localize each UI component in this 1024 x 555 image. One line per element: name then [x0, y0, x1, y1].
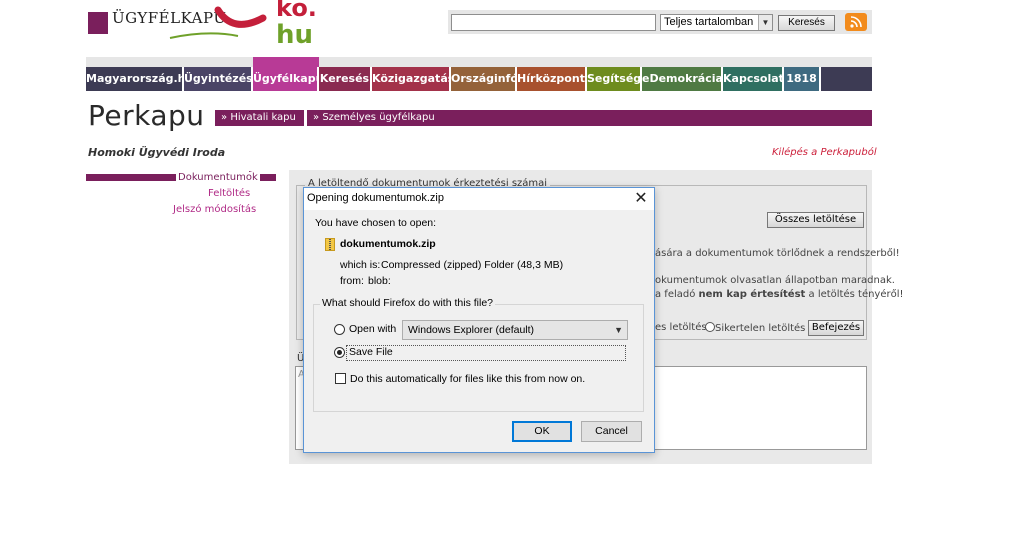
ok-button[interactable]: OK — [512, 421, 572, 442]
which-is-label: which is: — [340, 259, 381, 271]
nav-item-kapcsolat[interactable]: Kapcsolat — [723, 67, 784, 91]
nav-item-ugyfelkapu[interactable]: Ügyfélkapu — [253, 67, 319, 91]
radio-success-label: es letöltés — [655, 322, 707, 333]
open-with-radio[interactable] — [334, 324, 345, 335]
action-question: What should Firefox do with this file? — [320, 297, 495, 309]
rss-icon[interactable] — [845, 13, 867, 31]
info-text-3-bold: nem kap értesítést — [698, 289, 806, 300]
open-with-label[interactable]: Open with — [349, 323, 396, 335]
tab-label: Személyes ügyfélkapu — [322, 112, 435, 123]
nav-item-orszaginfo[interactable]: Országinfó — [451, 67, 517, 91]
info-text-3: a feladó nem kap értesítést a letöltés t… — [655, 289, 904, 300]
radio-button — [705, 322, 715, 332]
nav-item-edemokracia[interactable]: eDemokrácia — [642, 67, 723, 91]
save-file-radio[interactable] — [334, 347, 345, 358]
info-text-3-post: a letöltés tényéről! — [805, 289, 904, 300]
open-with-app-select[interactable]: Windows Explorer (default) ▼ — [402, 320, 628, 340]
from-label: from: — [340, 275, 364, 287]
logo-mark — [88, 12, 108, 34]
chevron-down-icon: ▼ — [758, 15, 772, 30]
svg-text:hu: hu — [276, 20, 313, 48]
save-file-label[interactable]: Save File — [349, 346, 393, 358]
radio-fail[interactable]: Sikertelen letöltés — [705, 322, 805, 334]
download-all-button[interactable]: Összes letöltése — [767, 212, 864, 228]
which-is-value: Compressed (zipped) Folder (48,3 MB) — [381, 259, 564, 271]
dialog-titlebar[interactable]: Opening dokumentumok.zip ✕ — [304, 188, 654, 210]
zip-file-icon — [325, 238, 335, 251]
radio-fail-label: Sikertelen letöltés — [715, 323, 806, 334]
dialog-filename: dokumentumok.zip — [340, 238, 436, 250]
nav-item-1818[interactable]: 1818 — [784, 67, 821, 91]
page-title: Perkapu — [88, 99, 205, 132]
nav-item-ugyintezes[interactable]: Ügyintézés — [184, 67, 253, 91]
nav-top-strip — [86, 57, 872, 67]
info-text-3-pre: a feladó — [655, 289, 699, 300]
magyarorszag-hu-logo: ko. hu — [169, 0, 317, 48]
tab-hivatali-kapu[interactable]: » Hivatali kapu — [215, 110, 303, 126]
open-with-app-value: Windows Explorer (default) — [408, 324, 535, 336]
finish-button[interactable]: Befejezés — [808, 320, 864, 336]
tab-label: Hivatali kapu — [230, 112, 296, 123]
double-chevron-icon: » — [221, 112, 228, 123]
search-input[interactable] — [451, 14, 656, 31]
open-file-dialog: Opening dokumentumok.zip ✕ You have chos… — [303, 187, 655, 453]
double-chevron-icon: » — [313, 112, 320, 123]
search-scope-value: Teljes tartalomban — [664, 16, 754, 28]
search-scope-select[interactable]: Teljes tartalomban ▼ — [660, 14, 773, 31]
dialog-chosen-text: You have chosen to open: — [315, 217, 437, 229]
info-text-2: okumentumok olvasatlan állapotban maradn… — [655, 275, 895, 286]
logout-link[interactable]: Kilépés a Perkapuból — [772, 147, 877, 158]
radio-success[interactable]: es letöltés — [655, 322, 707, 333]
auto-label[interactable]: Do this automatically for files like thi… — [350, 373, 585, 385]
sidebar-item-dokumentumok[interactable]: Dokumentumok — [176, 172, 260, 183]
organization-name: Homoki Ügyvédi Iroda — [88, 146, 226, 159]
nav-active-accent — [253, 57, 319, 67]
auto-checkbox[interactable] — [335, 373, 346, 384]
nav-item-hirkozpont[interactable]: Hírközpont — [517, 67, 587, 91]
svg-text:ko.: ko. — [276, 0, 317, 22]
close-icon[interactable]: ✕ — [632, 190, 650, 208]
sidebar-item-jelszo-modositas[interactable]: Jelszó módosítás — [173, 204, 256, 215]
from-value: blob: — [368, 275, 391, 287]
nav-item-magyarorszag[interactable]: Magyarország.hu — [86, 67, 184, 91]
nav-item-segitseg[interactable]: Segítség — [587, 67, 642, 91]
info-text-1: ására a dokumentumok törlődnek a rendsze… — [655, 248, 900, 259]
sidebar-item-feltoltes[interactable]: Feltöltés — [208, 188, 250, 199]
tab-szemelyes-ugyfelkapu[interactable]: » Személyes ügyfélkapu — [307, 110, 467, 126]
nav-item-kozigazgatas[interactable]: Közigazgatás — [372, 67, 451, 91]
nav-item-kereses[interactable]: Keresés — [319, 67, 372, 91]
cancel-button[interactable]: Cancel — [581, 421, 642, 442]
dialog-title: Opening dokumentumok.zip — [307, 192, 444, 204]
search-button[interactable]: Keresés — [778, 15, 835, 31]
chevron-down-icon: ▼ — [614, 325, 623, 335]
